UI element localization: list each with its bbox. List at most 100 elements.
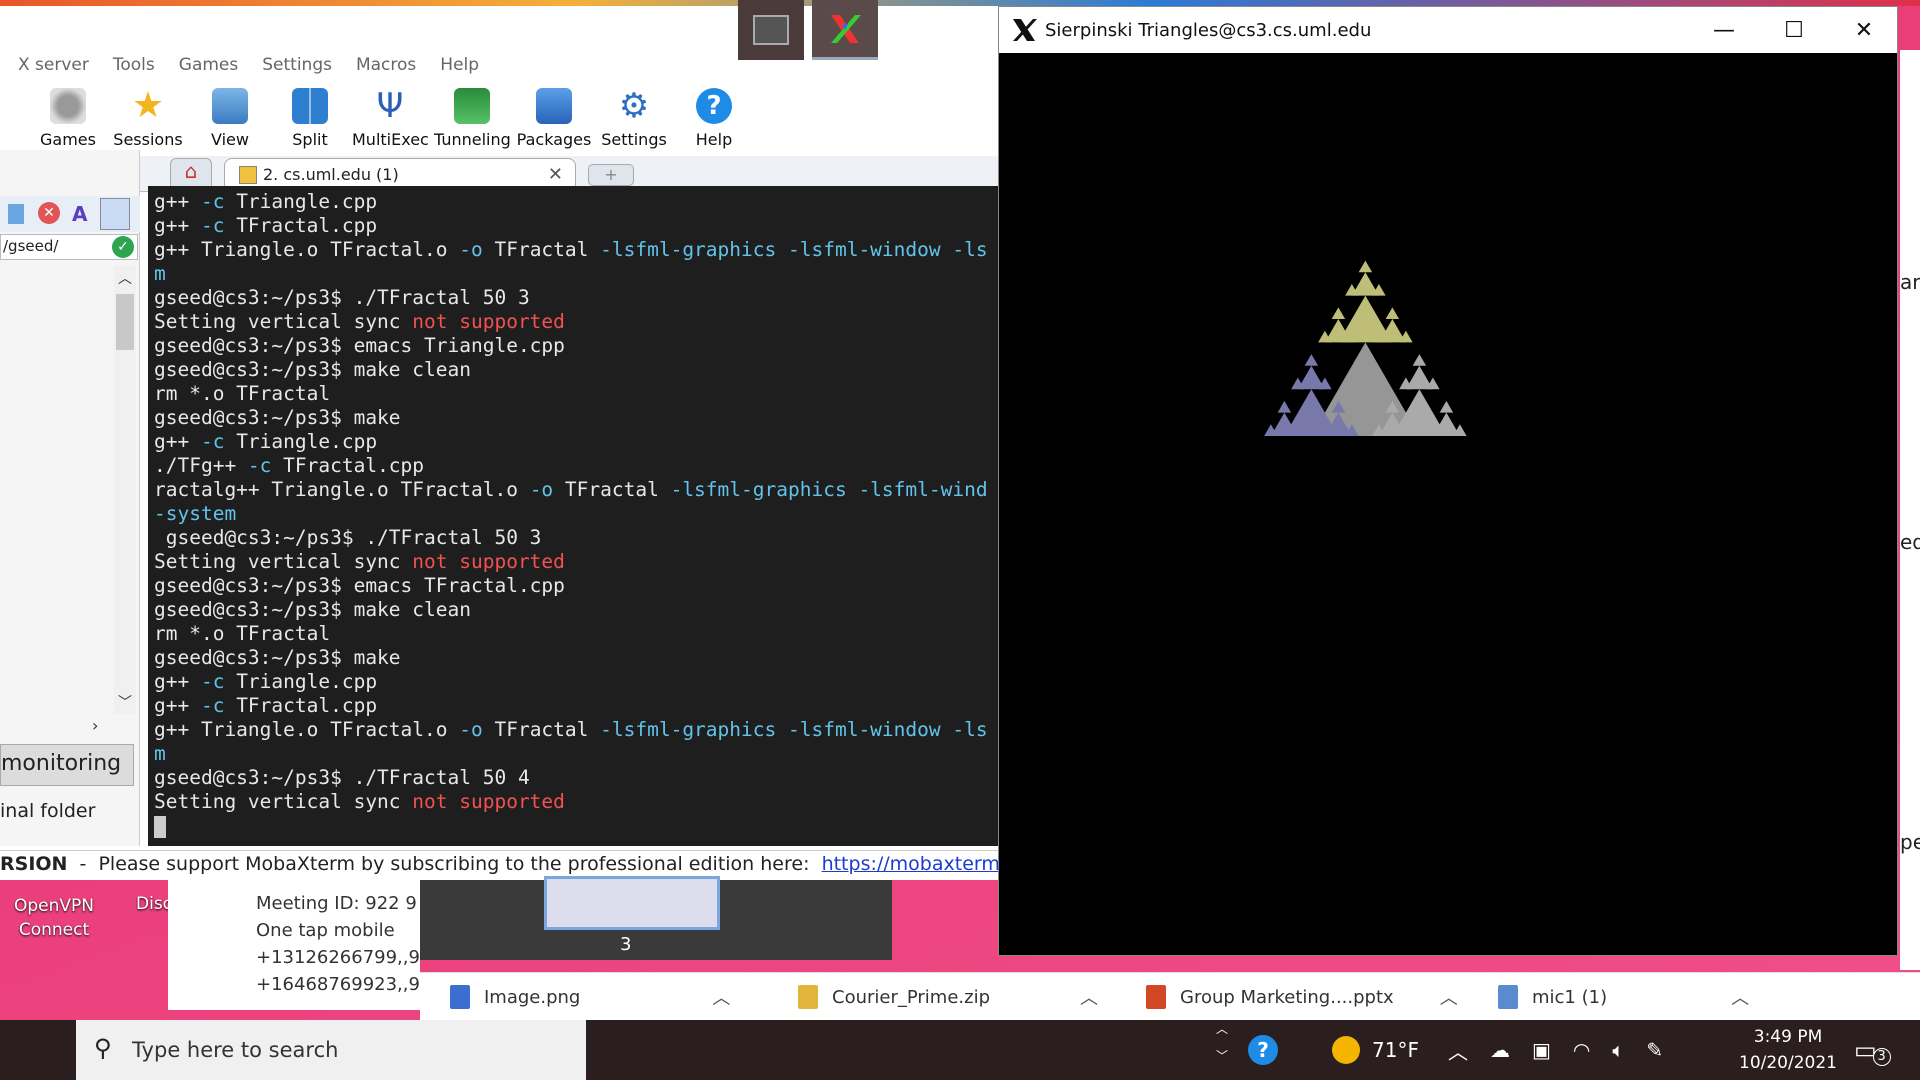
- toolbar-split-button[interactable]: Split: [272, 84, 348, 154]
- toolbar-multiexec-button[interactable]: Ψ MultiExec: [352, 84, 429, 154]
- x-window-title: Sierpinski Triangles@cs3.cs.uml.edu: [1045, 19, 1372, 41]
- terminal-line: gseed@cs3:~/ps3$ ./TFractal 50 3: [154, 286, 994, 310]
- terminal-cursor: [154, 815, 166, 838]
- menu-help[interactable]: Help: [440, 55, 479, 75]
- toolbar-view-button[interactable]: View: [192, 84, 268, 154]
- file-icon[interactable]: [8, 204, 24, 224]
- clock-date: 10/20/2021: [1739, 1053, 1837, 1073]
- menu-tools[interactable]: Tools: [113, 55, 155, 75]
- menu-games[interactable]: Games: [179, 55, 238, 75]
- terminal-text: not supported: [412, 310, 565, 333]
- maximize-button[interactable]: ☐: [1759, 7, 1829, 53]
- bookmark-icon[interactable]: [100, 198, 130, 230]
- background-app-edge: ary ede pe: [1900, 50, 1920, 970]
- toolbar-sessions-button[interactable]: ★ Sessions: [110, 84, 186, 154]
- cortana-button[interactable]: ◯: [596, 0, 652, 60]
- terminal-text: -c: [200, 430, 225, 453]
- close-icon: ✕: [1854, 17, 1874, 43]
- download-item[interactable]: Image.png ︿: [450, 973, 730, 1021]
- gears-icon: ⚙: [618, 86, 650, 126]
- terminal-line: rm *.o TFractal: [154, 622, 994, 646]
- windows-icon: [26, 19, 48, 41]
- terminal-line: g++ -c Triangle.cpp: [154, 190, 994, 214]
- new-tab-button[interactable]: +: [588, 164, 634, 186]
- system-tray-icons: ︿ ☁ ▣ ◠ 🔈︎ ✎: [1448, 1020, 1663, 1080]
- zoom-invite-window: Meeting ID: 922 9 One tap mobile +131262…: [168, 880, 420, 1010]
- toolbar-tunneling-label: Tunneling: [434, 130, 511, 149]
- volume-icon[interactable]: 🔈︎: [1612, 1038, 1624, 1062]
- terminal-text: -lsfml-graphics: [600, 718, 777, 741]
- toolbar-help-button[interactable]: ? Help: [676, 84, 752, 154]
- rename-icon[interactable]: A: [72, 202, 87, 226]
- terminal-text: not supported: [412, 550, 565, 573]
- menu-settings[interactable]: Settings: [262, 55, 332, 75]
- terminal-text: -c: [200, 214, 225, 237]
- desktop-icon-openvpn[interactable]: OpenVPN Connect: [14, 894, 94, 942]
- terminal-line: g++ -c Triangle.cpp: [154, 430, 994, 454]
- terminal-line: Setting vertical sync not supported: [154, 550, 994, 574]
- desktop-icon-disc[interactable]: Disc: [136, 894, 172, 914]
- scroll-down-icon[interactable]: ﹀: [118, 692, 132, 712]
- sidebar-toolbar: ✕ A: [0, 196, 140, 232]
- notification-count: 3: [1872, 1048, 1891, 1066]
- zoom-line: One tap mobile: [256, 920, 395, 941]
- download-item[interactable]: mic1 (1) ︿: [1498, 973, 1749, 1021]
- search-placeholder: Type here to search: [132, 1038, 339, 1062]
- terminal-text: gseed@cs3:~/ps3$ ./TFractal 50 3: [154, 286, 530, 309]
- download-item[interactable]: Courier_Prime.zip ︿: [798, 973, 1098, 1021]
- terminal-text: -o: [529, 478, 554, 501]
- taskbar-app-xserver[interactable]: [812, 0, 878, 60]
- chevron-up-icon[interactable]: ︿: [1440, 984, 1458, 1010]
- delete-icon[interactable]: ✕: [38, 202, 60, 224]
- clock[interactable]: 3:49 PM 10/20/2021: [1738, 1020, 1838, 1080]
- pen-icon[interactable]: ✎: [1646, 1038, 1663, 1062]
- edge-text: pe: [1900, 830, 1920, 854]
- toolbar: Games ★ Sessions View Split Ψ MultiExec Tu…: [0, 84, 1000, 154]
- slide-thumbnail[interactable]: [544, 876, 720, 930]
- path-ok-icon[interactable]: ✓: [112, 236, 134, 258]
- minimize-button[interactable]: —: [1689, 7, 1759, 53]
- x-window-titlebar[interactable]: Sierpinski Triangles@cs3.cs.uml.edu — ☐ …: [999, 7, 1897, 53]
- terminal-line: gseed@cs3:~/ps3$ emacs TFractal.cpp: [154, 574, 994, 598]
- terminal-line: gseed@cs3:~/ps3$ ./TFractal 50 4: [154, 766, 994, 790]
- toolbar-settings-button[interactable]: ⚙ Settings: [596, 84, 672, 154]
- chevron-up-icon[interactable]: ︿: [1080, 984, 1098, 1010]
- cloud-icon[interactable]: ☁: [1490, 1038, 1510, 1062]
- status-link[interactable]: https://mobaxterm.mobaxterm: [822, 853, 1000, 875]
- toolbar-games-button[interactable]: Games: [30, 84, 106, 154]
- toolbar-packages-button[interactable]: Packages: [516, 84, 592, 154]
- task-view-button[interactable]: ⧉: [668, 0, 724, 60]
- close-button[interactable]: ✕: [1829, 7, 1899, 53]
- chevron-up-icon[interactable]: ︿: [712, 984, 730, 1010]
- scroll-right-icon[interactable]: ›: [92, 716, 98, 735]
- wifi-icon[interactable]: ◠: [1573, 1038, 1590, 1062]
- download-item[interactable]: Group Marketing....pptx ︿: [1146, 973, 1458, 1021]
- chevron-up-icon[interactable]: ︿: [1731, 984, 1749, 1010]
- taskbar-search[interactable]: ⚲ Type here to search: [76, 1020, 586, 1080]
- scroll-up-icon[interactable]: ︿: [118, 268, 132, 288]
- weather-widget[interactable]: 71°F: [1332, 1020, 1419, 1080]
- start-button[interactable]: [12, 0, 62, 60]
- sidebar-scroll-thumb[interactable]: [116, 294, 134, 350]
- tab-close-icon[interactable]: ✕: [548, 164, 563, 185]
- remote-monitoring-button[interactable]: monitoring: [0, 744, 134, 786]
- display-icon[interactable]: ▣: [1532, 1038, 1551, 1062]
- fractal-triangle: [1439, 400, 1454, 413]
- image-file-icon: [450, 985, 470, 1009]
- menu-macros[interactable]: Macros: [356, 55, 416, 75]
- tray-help-icon[interactable]: ?: [1248, 1020, 1278, 1080]
- terminal-line: Setting vertical sync not supported: [154, 790, 994, 814]
- notifications-button[interactable]: ▭ 3: [1854, 1020, 1891, 1080]
- chevron-up-icon[interactable]: ︿: [1448, 1036, 1468, 1065]
- x-window: Sierpinski Triangles@cs3.cs.uml.edu — ☐ …: [998, 6, 1898, 956]
- follow-terminal-folder[interactable]: inal folder: [0, 800, 95, 822]
- tab-session-label: 2. cs.uml.edu (1): [263, 165, 399, 184]
- zoom-line: Meeting ID: 922 9: [256, 893, 417, 914]
- tray-chevrons[interactable]: ︿ ﹀: [1212, 1020, 1232, 1080]
- taskbar-app-mobaxterm[interactable]: [738, 0, 804, 60]
- terminal[interactable]: g++ -c Triangle.cpp g++ -c TFractal.cpp g+…: [148, 186, 1000, 846]
- toolbar-tunneling-button[interactable]: Tunneling: [434, 84, 511, 154]
- terminal-prompt-line: [154, 814, 994, 838]
- tunneling-icon: [454, 88, 490, 124]
